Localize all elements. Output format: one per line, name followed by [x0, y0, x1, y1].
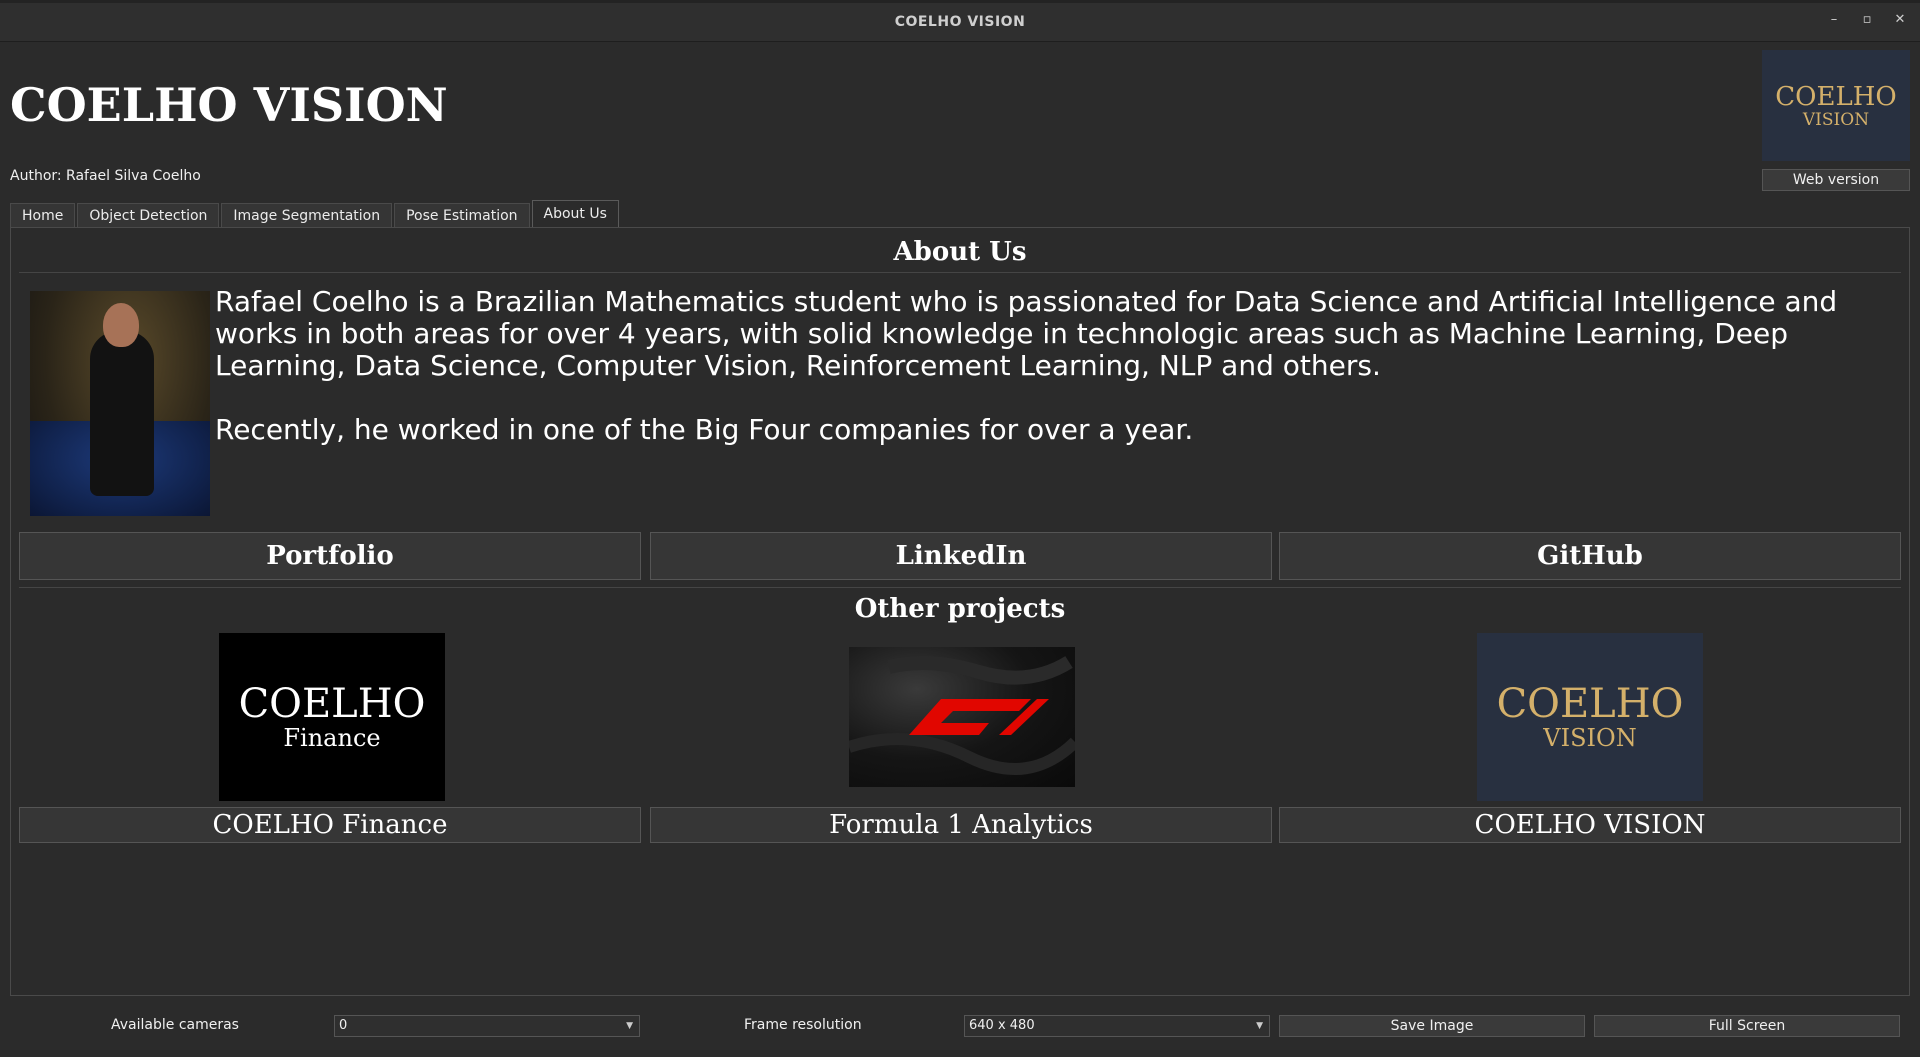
tab-bar: Home Object Detection Image Segmentation…	[10, 200, 621, 227]
bio-paragraph: Recently, he worked in one of the Big Fo…	[215, 413, 1194, 446]
logo-line1: COELHO	[1775, 81, 1897, 112]
linkedin-button[interactable]: LinkedIn	[650, 532, 1272, 580]
github-button[interactable]: GitHub	[1279, 532, 1901, 580]
author-label: Author: Rafael Silva Coelho	[10, 168, 201, 184]
figure-shape	[90, 331, 154, 496]
divider	[19, 272, 1901, 273]
tab-about-us[interactable]: About Us	[531, 200, 619, 227]
finance-logo-line1: COELHO	[238, 681, 426, 727]
logo-line2: VISION	[1802, 109, 1870, 130]
author-photo	[30, 291, 210, 516]
fabric-fold	[887, 655, 1073, 685]
tab-home[interactable]: Home	[10, 203, 76, 227]
tab-image-segmentation[interactable]: Image Segmentation	[221, 203, 393, 227]
tab-object-detection[interactable]: Object Detection	[77, 203, 220, 227]
finance-logo-line2: Finance	[283, 724, 381, 752]
about-panel: About Us Rafael Coelho is a Brazilian Ma…	[10, 227, 1910, 996]
bottom-controls: Available cameras 0 ▼ Frame resolution 6…	[0, 1012, 1920, 1040]
head-shape	[103, 303, 139, 347]
camera-select-value: 0	[339, 1018, 348, 1033]
coelho-finance-logo[interactable]: COELHO Finance	[219, 633, 445, 801]
coelho-vision-logo: COELHO VISION	[1762, 50, 1910, 161]
coelho-vision-button[interactable]: COELHO VISION	[1279, 807, 1901, 843]
close-icon[interactable]: ✕	[1890, 12, 1910, 27]
about-title: About Us	[893, 237, 1027, 267]
app-title: COELHO VISION	[10, 78, 448, 132]
formula1-analytics-button[interactable]: Formula 1 Analytics	[650, 807, 1272, 843]
camera-select[interactable]: 0 ▼	[334, 1015, 640, 1037]
divider	[19, 587, 1901, 588]
restore-icon[interactable]: ▫	[1857, 12, 1877, 27]
f1-icon	[849, 655, 1075, 775]
tab-pose-estimation[interactable]: Pose Estimation	[394, 203, 530, 227]
bio-text: Rafael Coelho is a Brazilian Mathematics…	[215, 286, 1895, 478]
resolution-select[interactable]: 640 x 480 ▼	[964, 1015, 1270, 1037]
window-title: COELHO VISION	[894, 14, 1026, 30]
save-image-button[interactable]: Save Image	[1279, 1015, 1585, 1037]
fabric-fold	[849, 733, 1075, 775]
resolution-select-value: 640 x 480	[969, 1018, 1035, 1033]
window-titlebar: COELHO VISION – ▫ ✕	[0, 0, 1920, 42]
coelho-vision-project-logo[interactable]: COELHO VISION	[1477, 633, 1703, 801]
chevron-down-icon: ▼	[626, 1021, 633, 1031]
formula1-logo[interactable]	[849, 647, 1075, 787]
projects-title: Other projects	[854, 594, 1066, 624]
coelho-finance-button[interactable]: COELHO Finance	[19, 807, 641, 843]
minimize-icon[interactable]: –	[1824, 12, 1844, 27]
vision-logo-line1: COELHO	[1496, 681, 1684, 727]
cameras-label: Available cameras	[111, 1017, 239, 1033]
portfolio-button[interactable]: Portfolio	[19, 532, 641, 580]
chevron-down-icon: ▼	[1256, 1021, 1263, 1031]
vision-logo-line2: VISION	[1543, 724, 1637, 752]
full-screen-button[interactable]: Full Screen	[1594, 1015, 1900, 1037]
resolution-label: Frame resolution	[744, 1017, 862, 1033]
bio-paragraph: Rafael Coelho is a Brazilian Mathematics…	[215, 285, 1838, 382]
web-version-button[interactable]: Web version	[1762, 169, 1910, 191]
